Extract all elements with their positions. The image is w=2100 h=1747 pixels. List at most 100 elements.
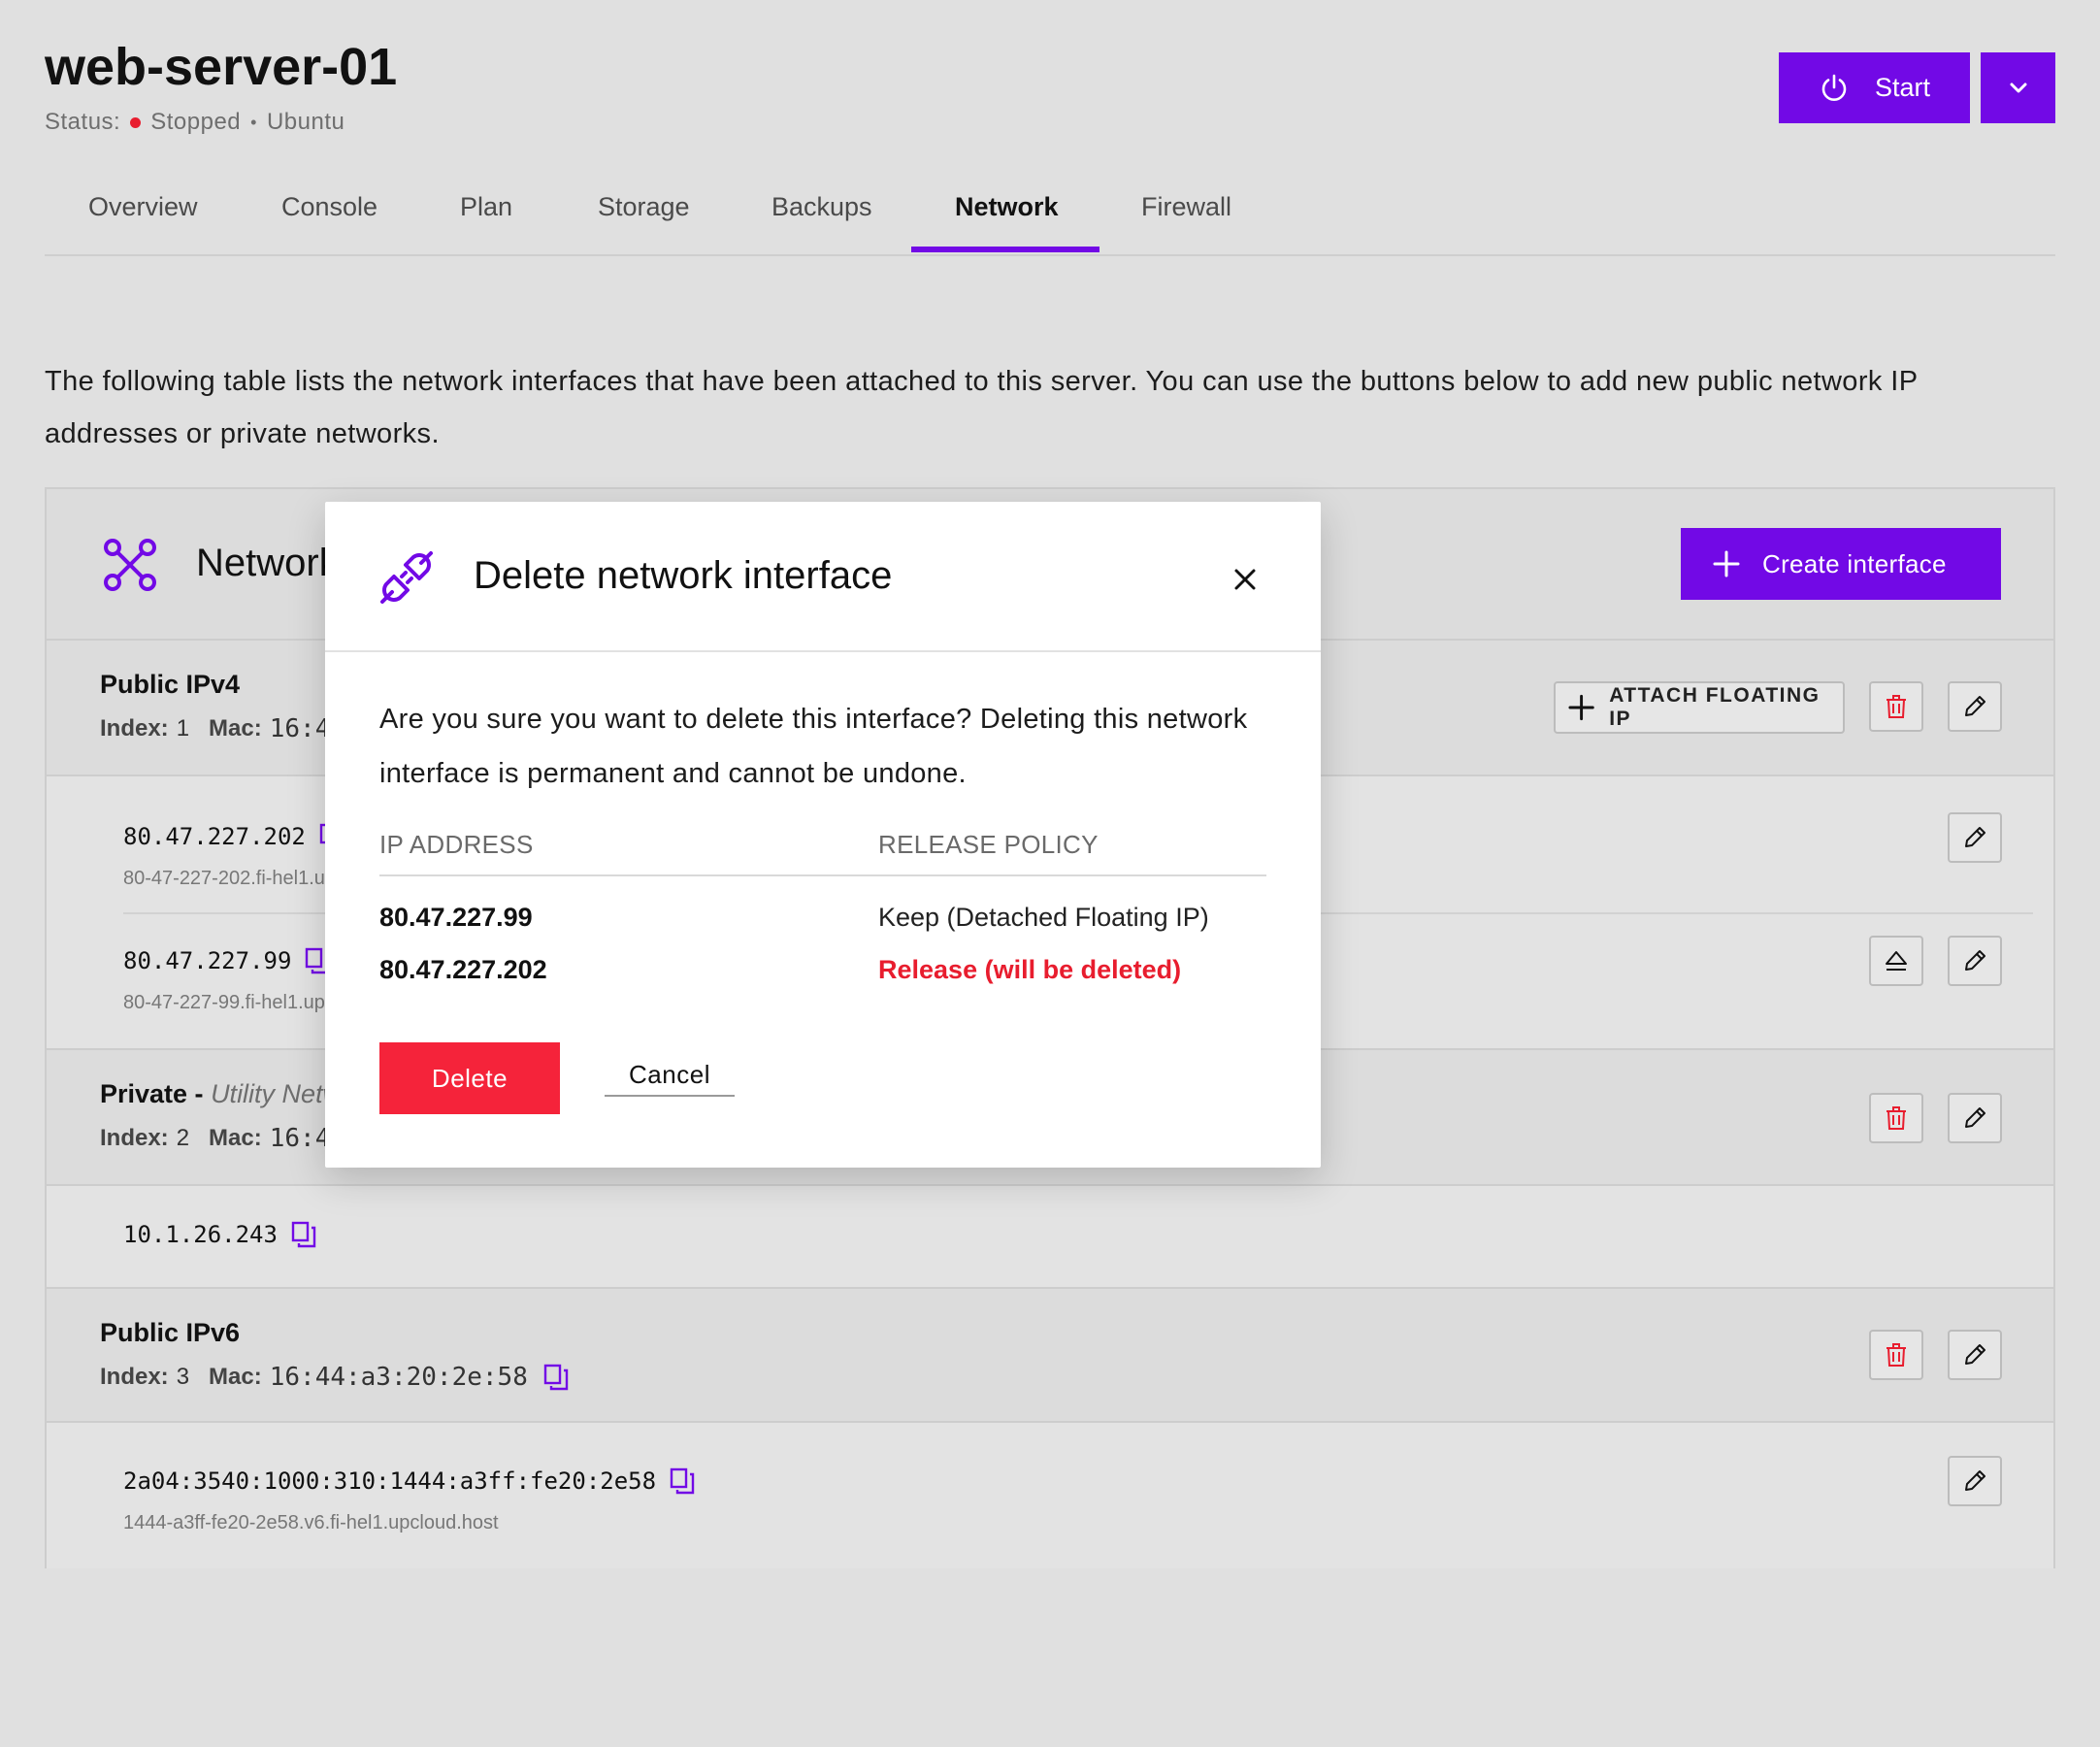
- ip-address: 80.47.227.202: [123, 823, 345, 850]
- edit-ip-button[interactable]: [1948, 1456, 2002, 1506]
- interface-meta: Index: 1 Mac: 16:4: [100, 714, 330, 743]
- tab-overview[interactable]: Overview: [88, 192, 198, 222]
- status-value: Stopped: [150, 109, 242, 135]
- start-button-label: Start: [1874, 73, 1931, 102]
- modal-title: Delete network interface: [474, 554, 893, 597]
- index-value: 3: [176, 1364, 190, 1390]
- interface-name: Private - Utility Netw: [100, 1079, 342, 1109]
- modal-message: Are you sure you want to delete this int…: [379, 704, 1248, 789]
- table-header-divider: [379, 874, 1266, 876]
- table-cell-policy: Keep (Detached Floating IP): [878, 903, 1209, 932]
- edit-interface-button[interactable]: [1948, 1330, 2002, 1380]
- column-header-ip: IP ADDRESS: [379, 830, 534, 859]
- chevron-down-icon: [2010, 82, 2026, 92]
- trash-icon: [1887, 1106, 1906, 1130]
- delete-interface-modal: Delete network interface Are you sure yo…: [325, 502, 1321, 1168]
- address-group: 2a04:3540:1000:310:1444:a3ff:fe20:2e58 1…: [47, 1423, 2053, 1568]
- copy-icon[interactable]: [670, 1467, 695, 1495]
- trash-icon: [1887, 695, 1906, 718]
- pencil-icon: [1965, 1344, 1985, 1365]
- interface-name-text: Private -: [100, 1079, 212, 1108]
- plus-icon: [1713, 550, 1740, 577]
- page-title: web-server-01: [45, 38, 398, 96]
- tab-storage[interactable]: Storage: [598, 192, 690, 222]
- eject-icon: [1886, 951, 1907, 971]
- copy-icon[interactable]: [543, 1364, 569, 1391]
- interface-name: Public IPv4: [100, 670, 241, 699]
- pencil-icon: [1965, 1470, 1985, 1491]
- mac-label: Mac:: [209, 715, 262, 742]
- index-label: Index:: [100, 1125, 169, 1151]
- modal-header: Delete network interface: [325, 502, 1321, 652]
- ip-address: 2a04:3540:1000:310:1444:a3ff:fe20:2e58: [123, 1467, 695, 1495]
- ip-value: 80.47.227.202: [123, 823, 306, 850]
- tab-network[interactable]: Network: [955, 192, 1059, 222]
- ip-value: 10.1.26.243: [123, 1221, 278, 1248]
- interface-meta: Index: 2 Mac: 16:4: [100, 1124, 330, 1153]
- hostname: 80-47-227-202.fi-hel1.u: [123, 868, 325, 889]
- network-name: Utility Netw: [211, 1079, 343, 1108]
- power-icon: [1821, 74, 1847, 101]
- mac-value: 16:44:a3:20:2e:58: [269, 1363, 528, 1392]
- attach-floating-ip-button[interactable]: ATTACH FLOATING IP: [1554, 681, 1845, 734]
- edit-ip-button[interactable]: [1948, 812, 2002, 863]
- edit-interface-button[interactable]: [1948, 681, 2002, 732]
- edit-ip-button[interactable]: [1948, 936, 2002, 986]
- cancel-button[interactable]: Cancel: [605, 1060, 735, 1097]
- network-nodes-icon: [104, 539, 156, 591]
- pencil-icon: [1965, 696, 1985, 716]
- mac-label: Mac:: [209, 1364, 262, 1390]
- edit-interface-button[interactable]: [1948, 1093, 2002, 1143]
- separator-dot: •: [250, 112, 257, 132]
- status-line: Status: Stopped • Ubuntu: [45, 109, 345, 136]
- create-interface-button[interactable]: Create interface: [1681, 528, 2001, 600]
- tab-backups[interactable]: Backups: [771, 192, 872, 222]
- address-group: 10.1.26.243: [47, 1186, 2053, 1289]
- table-cell-ip: 80.47.227.202: [379, 955, 547, 984]
- detach-ip-button[interactable]: [1869, 936, 1923, 986]
- trash-icon: [1887, 1343, 1906, 1367]
- tab-plan[interactable]: Plan: [460, 192, 512, 222]
- plus-icon: [1568, 694, 1594, 721]
- close-icon[interactable]: [1228, 562, 1263, 597]
- table-cell-ip: 80.47.227.99: [379, 903, 533, 932]
- ip-address: 80.47.227.99: [123, 947, 330, 974]
- index-value: 2: [176, 1125, 190, 1151]
- status-dot-icon: [130, 116, 142, 128]
- delete-interface-button[interactable]: [1869, 1330, 1923, 1380]
- tab-bar: Overview Console Plan Storage Backups Ne…: [45, 175, 2055, 256]
- delete-interface-button[interactable]: [1869, 1093, 1923, 1143]
- ip-value: 80.47.227.99: [123, 947, 292, 974]
- pencil-icon: [1965, 950, 1985, 971]
- tab-firewall[interactable]: Firewall: [1141, 192, 1231, 222]
- pencil-icon: [1965, 827, 1985, 847]
- hostname: 80-47-227-99.fi-hel1.up: [123, 992, 325, 1013]
- start-button[interactable]: Start: [1779, 52, 1970, 123]
- ip-value: 2a04:3540:1000:310:1444:a3ff:fe20:2e58: [123, 1467, 657, 1495]
- index-label: Index:: [100, 715, 169, 742]
- unplug-icon: [380, 551, 433, 604]
- mac-label: Mac:: [209, 1125, 262, 1151]
- delete-interface-button[interactable]: [1869, 681, 1923, 732]
- more-actions-button[interactable]: [1981, 52, 2055, 123]
- status-label: Status:: [45, 109, 121, 135]
- intro-text: The following table lists the network in…: [45, 366, 1918, 449]
- index-label: Index:: [100, 1364, 169, 1390]
- tab-console[interactable]: Console: [281, 192, 377, 222]
- active-tab-indicator: [911, 247, 1099, 252]
- column-header-policy: RELEASE POLICY: [878, 830, 1099, 859]
- mac-value: 16:4: [269, 1124, 331, 1153]
- index-value: 1: [176, 715, 190, 742]
- ip-address: 10.1.26.243: [123, 1221, 316, 1248]
- create-interface-label: Create interface: [1762, 548, 1947, 578]
- mac-value: 16:4: [269, 714, 331, 743]
- pencil-icon: [1965, 1107, 1985, 1128]
- panel-title: Network: [196, 542, 339, 584]
- delete-button[interactable]: Delete: [379, 1042, 560, 1114]
- interface-meta: Index: 3 Mac: 16:44:a3:20:2e:58: [100, 1363, 569, 1392]
- copy-icon[interactable]: [291, 1221, 316, 1248]
- interface-row-public-ipv6: Public IPv6 Index: 3 Mac: 16:44:a3:20:2e…: [47, 1289, 2053, 1423]
- attach-floating-ip-label: ATTACH FLOATING IP: [1609, 684, 1821, 730]
- table-cell-policy-danger: Release (will be deleted): [878, 955, 1182, 984]
- hostname: 1444-a3ff-fe20-2e58.v6.fi-hel1.upcloud.h…: [123, 1512, 499, 1533]
